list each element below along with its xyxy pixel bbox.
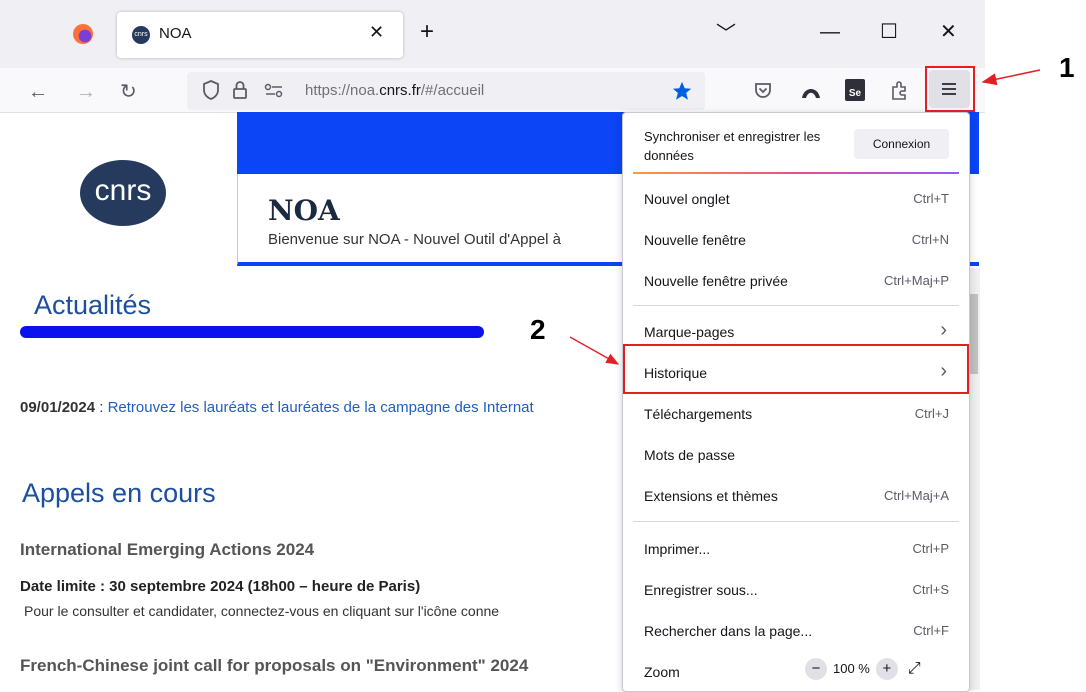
arrow-to-history [569, 336, 620, 365]
annotation-number-2: 2 [530, 314, 546, 345]
annotation-number-1: 1 [1059, 52, 1075, 83]
arrow-to-menu [981, 69, 1041, 86]
